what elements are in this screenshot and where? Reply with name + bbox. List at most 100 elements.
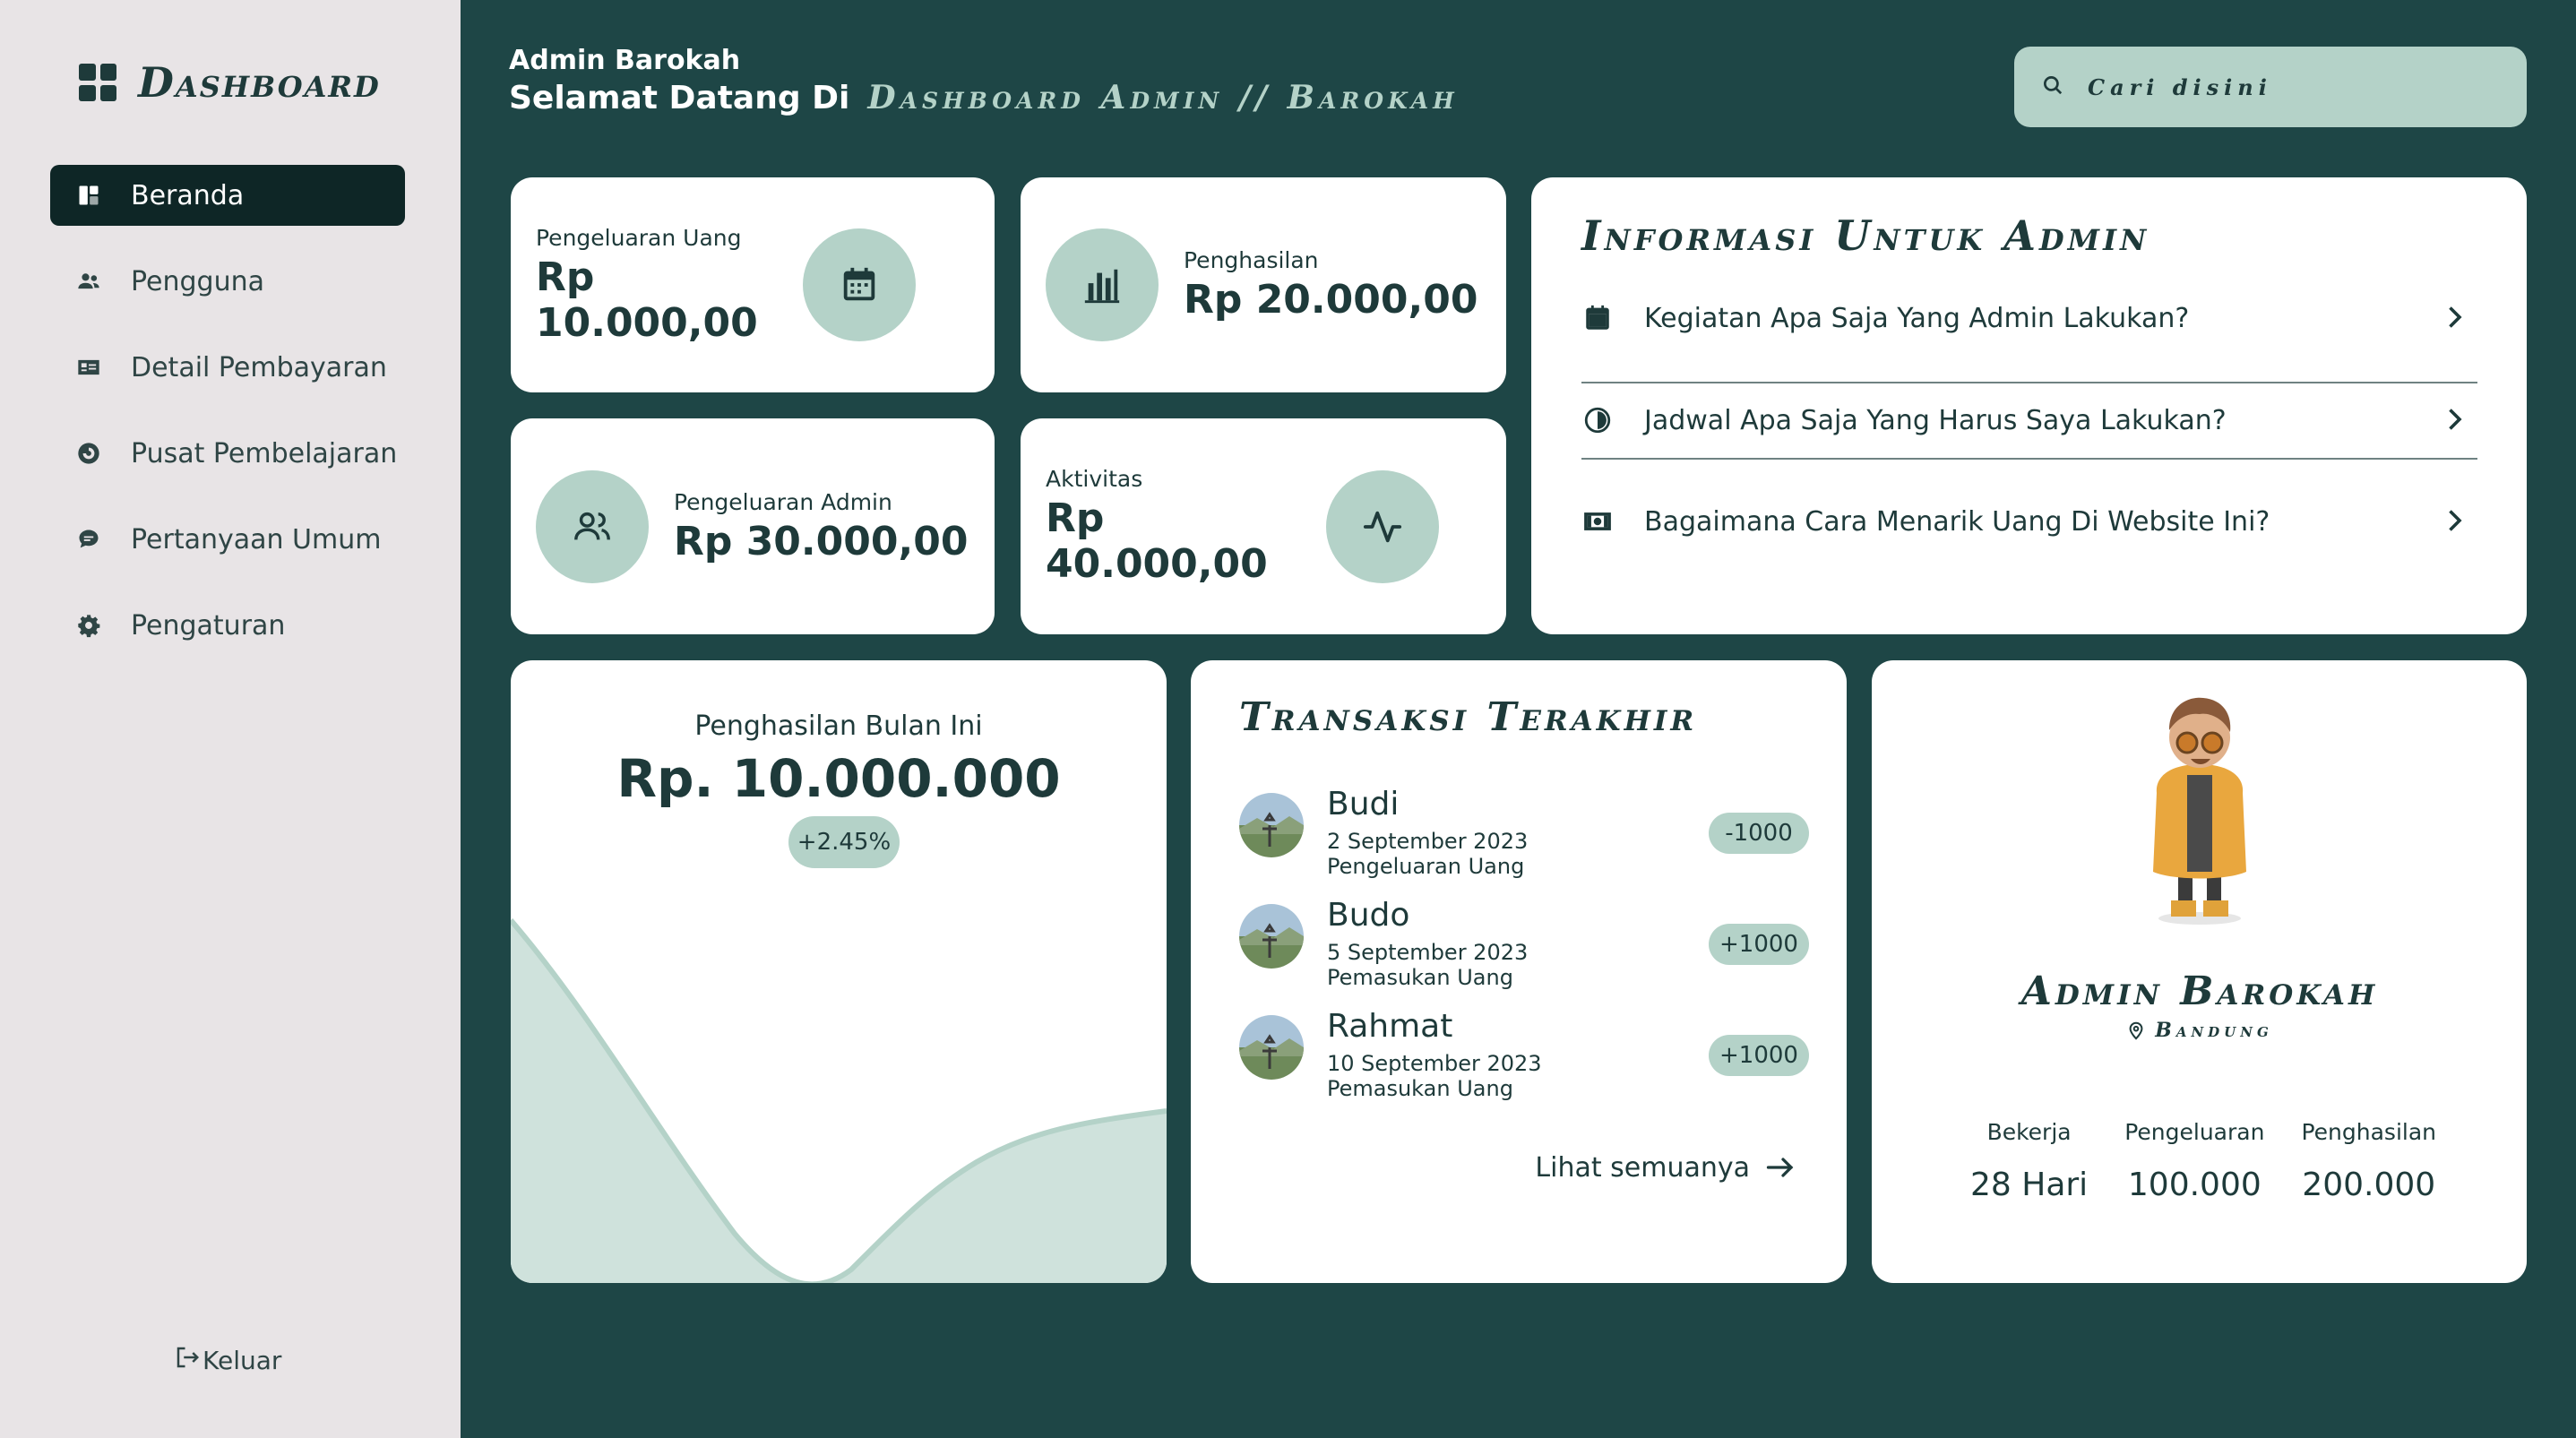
stat-label: Pengeluaran Uang xyxy=(536,224,742,251)
bar-chart-icon xyxy=(1046,228,1159,341)
clock-icon xyxy=(1581,404,1614,436)
search-input[interactable] xyxy=(2088,73,2464,100)
profile-name: Admin Barokah xyxy=(2020,969,2379,1014)
info-item-menarik-uang[interactable]: Bagaimana Cara Menarik Uang Di Website I… xyxy=(1581,483,2477,560)
chevron-right-icon xyxy=(2449,510,2462,531)
profile-stat-bekerja: Bekerja 28 Hari xyxy=(1970,1119,2088,1203)
users-icon xyxy=(75,268,102,295)
activity-icon xyxy=(1326,469,1439,583)
income-change-badge: +2.45% xyxy=(788,816,900,868)
profile-stat-value: 28 Hari xyxy=(1970,1167,2089,1203)
transaction-date: 5 September 2023 xyxy=(1327,940,1529,965)
stat-card-penghasilan: Penghasilan Rp 20.000,00 xyxy=(1021,177,1506,392)
stat-value: Rp 40.000,00 xyxy=(1046,495,1268,587)
stat-value: Rp 20.000,00 xyxy=(1184,277,1478,323)
sidebar-item-detail-pembayaran[interactable]: Detail Pembayaran xyxy=(50,337,405,398)
sidebar-item-pengguna[interactable]: Pengguna xyxy=(50,251,405,312)
stat-label: Aktivitas xyxy=(1046,466,1143,492)
sidebar-item-label: Pusat Pembelajaran xyxy=(131,437,398,469)
divider xyxy=(1581,458,2477,460)
info-item-text: Jadwal Apa Saja Yang Harus Saya Lakukan? xyxy=(1644,404,2227,436)
transaction-amount-badge: +1000 xyxy=(1709,924,1809,965)
search-bar[interactable] xyxy=(2014,47,2527,127)
brand-title: Dashboard xyxy=(138,58,381,107)
profile-stat-value: 100.000 xyxy=(2127,1167,2262,1203)
sidebar-item-label: Pengguna xyxy=(131,265,264,297)
location-pin-icon xyxy=(2129,1021,2143,1040)
logout-icon xyxy=(174,1344,201,1377)
profile-location-text: Bandung xyxy=(2155,1019,2273,1042)
arrow-right-icon xyxy=(1766,1158,1794,1177)
dashboard-grid-icon xyxy=(79,64,116,101)
chat-icon xyxy=(75,526,102,553)
transaction-name: Budo xyxy=(1327,897,1410,934)
sidebar: Dashboard Beranda Pengguna Detail Pembay… xyxy=(0,0,461,1438)
profile-stat-value: 200.000 xyxy=(2302,1167,2436,1203)
brand[interactable]: Dashboard xyxy=(79,57,381,108)
sidebar-item-pertanyaan-umum[interactable]: Pertanyaan Umum xyxy=(50,509,405,570)
transaction-date: 2 September 2023 xyxy=(1327,829,1529,854)
profile-stat-label: Penghasilan xyxy=(2301,1119,2436,1145)
sidebar-item-pengaturan[interactable]: Pengaturan xyxy=(50,595,405,656)
info-title: Informasi Untuk Admin xyxy=(1581,211,2150,260)
profile-stat-label: Pengeluaran xyxy=(2124,1119,2265,1145)
sidebar-item-beranda[interactable]: Beranda xyxy=(50,165,405,226)
income-wave-chart xyxy=(511,918,1167,1283)
id-card-icon xyxy=(75,354,102,381)
profile-location: Bandung xyxy=(1872,1019,2528,1042)
home-icon xyxy=(75,182,102,209)
profile-stat-label: Bekerja xyxy=(1986,1119,2072,1145)
stat-card-pengeluaran-admin: Pengeluaran Admin Rp 30.000,00 xyxy=(511,418,995,634)
greeting-name: Admin Barokah xyxy=(509,45,741,76)
stat-value: Rp 30.000,00 xyxy=(674,518,969,564)
see-all-link[interactable]: Lihat semuanya xyxy=(1535,1151,1796,1184)
sidebar-item-label: Pengaturan xyxy=(131,609,286,642)
avatar xyxy=(1239,793,1304,857)
users-icon xyxy=(536,469,649,583)
info-item-text: Bagaimana Cara Menarik Uang Di Website I… xyxy=(1644,505,2270,538)
calendar-icon xyxy=(1581,302,1614,334)
search-icon xyxy=(2041,73,2064,100)
avatar xyxy=(1239,1015,1304,1080)
welcome-prefix: Selamat Datang Di xyxy=(509,80,850,116)
sidebar-nav: Beranda Pengguna Detail Pembayaran Pusat… xyxy=(50,165,405,681)
transaction-amount-badge: +1000 xyxy=(1709,1035,1809,1076)
chevron-right-icon xyxy=(2449,409,2462,430)
gear-icon xyxy=(75,612,102,639)
chevron-right-icon xyxy=(2449,306,2462,328)
learning-icon xyxy=(75,440,102,467)
avatar xyxy=(1239,904,1304,969)
info-item-text: Kegiatan Apa Saja Yang Admin Lakukan? xyxy=(1644,302,2190,334)
avatar xyxy=(2153,697,2246,925)
profile-card: Admin Barokah Bandung Bekerja 28 Hari Pe… xyxy=(1872,660,2527,1283)
logout-label: Keluar xyxy=(202,1346,282,1375)
info-card: Informasi Untuk Admin Kegiatan Apa Saja … xyxy=(1531,177,2527,634)
calendar-icon xyxy=(803,228,916,341)
info-item-jadwal[interactable]: Jadwal Apa Saja Yang Harus Saya Lakukan? xyxy=(1581,382,2477,459)
logout-button[interactable]: Keluar xyxy=(174,1344,281,1377)
transactions-title: Transaksi Terakhir xyxy=(1239,694,1698,740)
transaction-type: Pemasukan Uang xyxy=(1327,965,1513,990)
transaction-row[interactable]: Budi 2 September 2023 Pengeluaran Uang -… xyxy=(1239,786,1809,879)
sidebar-item-pusat-pembelajaran[interactable]: Pusat Pembelajaran xyxy=(50,423,405,484)
transaction-type: Pengeluaran Uang xyxy=(1327,854,1525,879)
profile-stat-pengeluaran: Pengeluaran 100.000 xyxy=(2124,1119,2264,1203)
transaction-name: Rahmat xyxy=(1327,1008,1453,1045)
info-item-kegiatan[interactable]: Kegiatan Apa Saja Yang Admin Lakukan? xyxy=(1581,280,2477,357)
transaction-date: 10 September 2023 xyxy=(1327,1051,1542,1076)
profile-stats: Bekerja 28 Hari Pengeluaran 100.000 Peng… xyxy=(1970,1119,2436,1203)
transaction-row[interactable]: Budo 5 September 2023 Pemasukan Uang +10… xyxy=(1239,897,1809,990)
transaction-type: Pemasukan Uang xyxy=(1327,1076,1513,1101)
sidebar-item-label: Beranda xyxy=(131,179,245,211)
stat-card-pengeluaran-uang: Pengeluaran Uang Rp 10.000,00 xyxy=(511,177,995,392)
welcome-line: Selamat Datang Di Dashboard Admin // Bar… xyxy=(509,79,1459,116)
transaction-row[interactable]: Rahmat 10 September 2023 Pemasukan Uang … xyxy=(1239,1008,1809,1101)
income-title: Penghasilan Bulan Ini xyxy=(694,710,983,742)
stat-label: Pengeluaran Admin xyxy=(674,488,892,515)
money-icon xyxy=(1581,505,1614,538)
stat-value: Rp 10.000,00 xyxy=(536,254,758,346)
transaction-name: Budi xyxy=(1327,786,1400,822)
income-card: Penghasilan Bulan Ini Rp. 10.000.000 +2.… xyxy=(511,660,1167,1283)
transaction-amount-badge: -1000 xyxy=(1709,813,1809,854)
welcome-site: Dashboard Admin // Barokah xyxy=(867,79,1459,116)
